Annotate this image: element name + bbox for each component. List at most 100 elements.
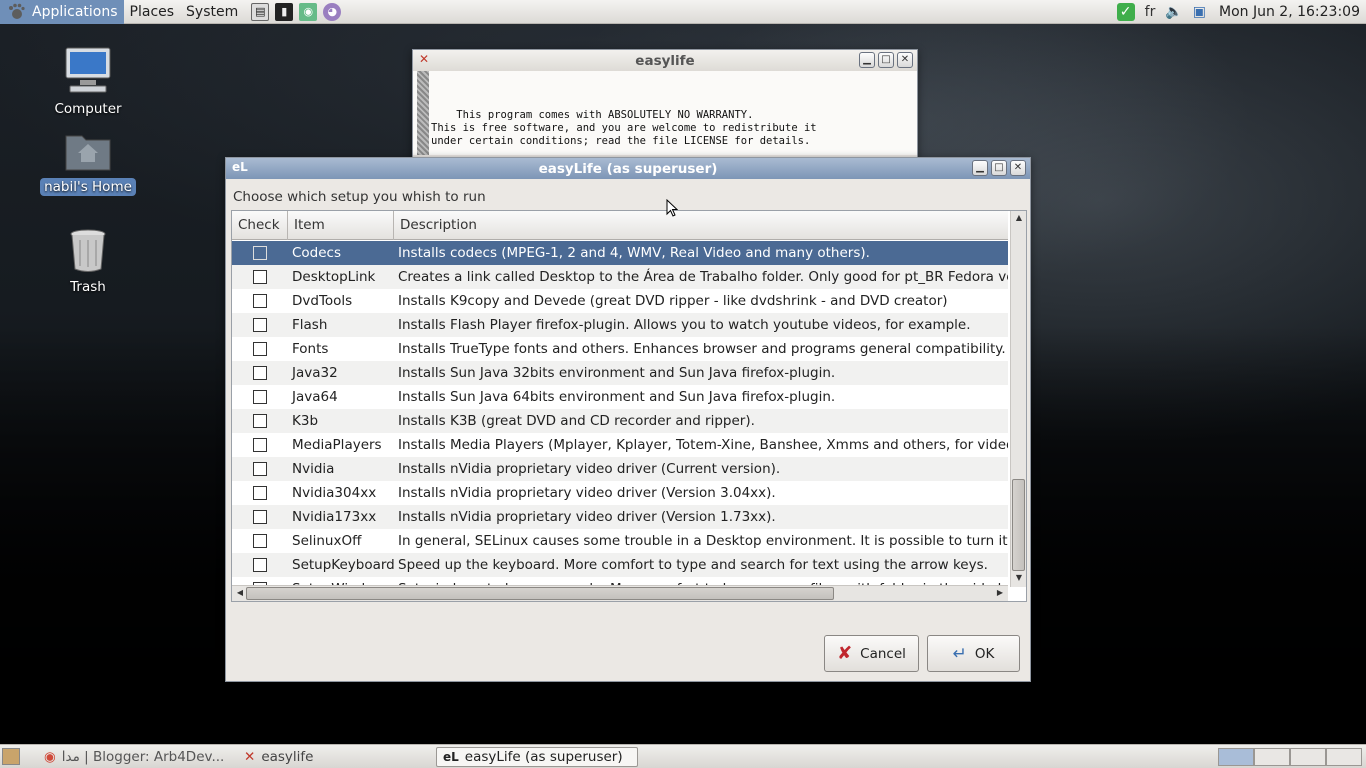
taskbar-item-label: easylife [261,749,314,765]
system-menu[interactable]: System [180,0,244,24]
item-cell: Nvidia173xx [292,509,377,525]
row-checkbox[interactable] [253,558,267,572]
home-folder-icon [65,135,111,171]
maximize-button[interactable]: □ [878,52,894,68]
ok-button-label: OK [974,645,995,662]
cancel-button[interactable]: ✘ Cancel [824,635,919,672]
row-checkbox[interactable] [253,534,267,548]
taskbar-item-browser[interactable]: ◉ مدا | Blogger: Arb4Dev... [38,747,236,767]
table-row[interactable]: MediaPlayers Installs Media Players (Mpla… [232,433,1008,457]
maximize-button[interactable]: □ [991,160,1007,176]
check-cell [232,241,288,265]
description-cell: Installs nVidia proprietary video driver… [398,485,776,501]
table-row[interactable]: K3b Installs K3B (great DVD and CD record… [232,409,1008,433]
desktop-icon-computer[interactable]: Computer [38,44,138,118]
table-row[interactable]: Java32 Installs Sun Java 32bits environme… [232,361,1008,385]
item-cell: Flash [292,317,328,333]
item-cell: Java64 [292,389,338,405]
item-cell: Nvidia [292,461,335,477]
close-button[interactable]: ✕ [1010,160,1026,176]
update-check-icon[interactable]: ✓ [1116,3,1135,21]
workspace-1[interactable] [1218,748,1254,766]
row-checkbox[interactable] [253,390,267,404]
row-checkbox[interactable] [253,246,267,260]
description-cell: Creates a link called Desktop to the Áre… [398,269,1008,285]
desktop-icon-trash[interactable]: Trash [38,226,138,296]
row-checkbox[interactable] [253,510,267,524]
minimize-button[interactable]: ▁ [972,160,988,176]
check-cell [232,409,288,433]
scroll-up-icon[interactable]: ▲ [1013,213,1025,225]
table-row[interactable]: Fonts Installs TrueType fonts and others.… [232,337,1008,361]
keyboard-layout-indicator[interactable]: fr [1145,4,1156,20]
network-icon[interactable]: ◉ [299,2,318,21]
easylife-terminal-window: ✕ easylife ▁ □ ✕ This program comes with… [412,49,918,159]
table-row[interactable]: Nvidia173xx Installs nVidia proprietary v… [232,505,1008,529]
table-row[interactable]: Codecs Installs codecs (MPEG-1, 2 and 4, … [232,241,1008,265]
row-checkbox[interactable] [253,270,267,284]
minimize-button[interactable]: ▁ [859,52,875,68]
check-cell [232,337,288,361]
ok-button[interactable]: ↵ OK [927,635,1020,672]
network-monitor-icon[interactable]: ▣ [1193,4,1206,20]
horizontal-scrollbar[interactable]: ◀ ▶ [232,585,1008,601]
item-cell: Java32 [292,365,338,381]
description-cell: In general, SELinux causes some trouble … [398,533,1008,549]
desktop-icon-home[interactable]: nabil's Home [38,126,138,196]
table-row[interactable]: Nvidia304xx Installs nVidia proprietary v… [232,481,1008,505]
taskbar-item-easylife-superuser[interactable]: eL easyLife (as superuser) [436,747,638,767]
system-tray: ✓ fr 🔈 ▣ Mon Jun 2, 16:23:09 [1112,0,1366,24]
places-menu[interactable]: Places [124,0,181,24]
scroll-left-icon[interactable]: ◀ [234,588,246,597]
volume-icon[interactable]: 🔈 [1165,4,1182,20]
check-cell [232,385,288,409]
vertical-scrollbar[interactable]: ▲ ▼ [1010,211,1026,587]
row-checkbox[interactable] [253,342,267,356]
table-row[interactable]: Java64 Installs Sun Java 64bits environme… [232,385,1008,409]
row-checkbox[interactable] [253,462,267,476]
row-checkbox[interactable] [253,366,267,380]
workspace-2[interactable] [1254,748,1290,766]
pidgin-icon[interactable]: ◕ [323,2,342,21]
clock[interactable]: Mon Jun 2, 16:23:09 [1219,4,1360,20]
row-checkbox[interactable] [253,414,267,428]
taskbar-item-label: easyLife (as superuser) [464,749,623,765]
table-row[interactable]: Nvidia Installs nVidia proprietary video … [232,457,1008,481]
window-titlebar[interactable]: ✕ easylife ▁ □ ✕ [413,50,917,71]
check-cell [232,457,288,481]
close-button[interactable]: ✕ [897,52,913,68]
desktop-icon-label: nabil's Home [40,178,136,196]
row-checkbox[interactable] [253,438,267,452]
table-row[interactable]: SelinuxOff In general, SELinux causes som… [232,529,1008,553]
table-row[interactable]: SetupKeyboard Speed up the keyboard. More… [232,553,1008,577]
easylife-x-icon: ✕ [419,52,430,66]
workspace-3[interactable] [1290,748,1326,766]
column-header-item[interactable]: Item [288,211,394,240]
scroll-down-icon[interactable]: ▼ [1013,573,1025,585]
terminal-scrollbar[interactable] [417,71,429,155]
workspace-4[interactable] [1326,748,1362,766]
row-checkbox[interactable] [253,294,267,308]
description-cell: Installs TrueType fonts and others. Enha… [398,341,1006,357]
dialog-titlebar[interactable]: eL easyLife (as superuser) ▁ □ ✕ [226,158,1030,179]
taskbar-item-easylife[interactable]: ✕ easylife [238,747,428,767]
column-header-description[interactable]: Description [394,211,1008,240]
description-cell: Installs Sun Java 32bits environment and… [398,365,836,381]
row-checkbox[interactable] [253,318,267,332]
top-panel: Applications Places System ▤ ▮ ◉ ◕ ✓ fr … [0,0,1366,24]
terminal-icon[interactable]: ▮ [275,2,294,21]
file-manager-icon[interactable]: ▤ [251,2,270,21]
horizontal-scroll-thumb[interactable] [246,587,834,600]
table-row[interactable]: DvdTools Installs K9copy and Devede (grea… [232,289,1008,313]
column-header-check[interactable]: Check [232,211,288,240]
enter-arrow-icon: ↵ [952,643,967,664]
show-desktop-icon[interactable] [2,748,20,765]
table-row[interactable]: DesktopLink Creates a link called Desktop… [232,265,1008,289]
scroll-right-icon[interactable]: ▶ [994,588,1006,597]
check-cell [232,313,288,337]
applications-menu[interactable]: Applications [0,0,124,24]
row-checkbox[interactable] [253,486,267,500]
description-cell: Installs K9copy and Devede (great DVD ri… [398,293,948,309]
table-row[interactable]: Flash Installs Flash Player firefox-plugi… [232,313,1008,337]
vertical-scroll-thumb[interactable] [1012,479,1025,571]
